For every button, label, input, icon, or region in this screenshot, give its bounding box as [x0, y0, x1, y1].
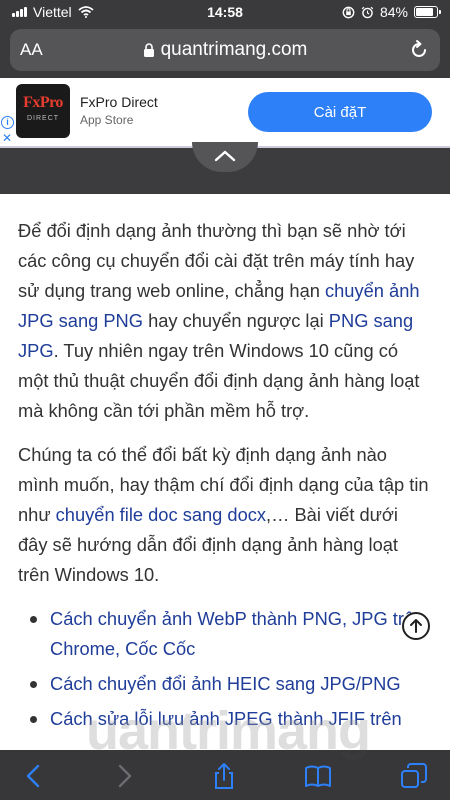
tabs-icon[interactable] [400, 762, 428, 790]
browser-header: AA quantrimang.com [0, 24, 450, 78]
battery-icon [414, 6, 441, 18]
ad-info-icon[interactable]: i [1, 116, 14, 129]
scroll-to-top-button[interactable] [402, 612, 430, 640]
battery-percent: 84% [379, 4, 408, 20]
ad-store: App Store [80, 113, 134, 127]
related-article-link[interactable]: Cách chuyển đổi ảnh HEIC sang JPG/PNG [50, 673, 401, 694]
alarm-icon [361, 6, 374, 18]
arrow-up-icon [410, 619, 422, 633]
chevron-up-icon [214, 150, 236, 162]
ad-close-icon[interactable]: ✕ [2, 132, 12, 144]
rotation-lock-icon [342, 6, 355, 18]
share-icon[interactable] [210, 762, 238, 790]
bookmarks-icon[interactable] [304, 762, 332, 790]
url-text: quantrimang.com [160, 39, 308, 60]
ad-banner[interactable]: FxPro DIRECT FxPro Direct App Store Cài … [0, 78, 450, 148]
status-right: 84% [342, 4, 441, 20]
article-link[interactable]: chuyển file doc sang docx [56, 504, 266, 525]
article-paragraph: Để đổi định dạng ảnh thường thì bạn sẽ n… [18, 216, 432, 426]
related-links-list: Cách chuyển ảnh WebP thành PNG, JPG trên… [18, 604, 432, 734]
url-display[interactable]: quantrimang.com [10, 39, 440, 61]
forward-icon[interactable] [110, 762, 138, 790]
article-text: hay chuyển ngược lại [142, 310, 329, 331]
list-item: Cách chuyển ảnh WebP thành PNG, JPG trên… [18, 604, 432, 664]
reload-icon[interactable] [408, 39, 430, 61]
lock-icon [143, 42, 154, 57]
related-article-link[interactable]: Cách sửa lỗi lưu ảnh JPEG thành JFIF trê… [50, 708, 402, 729]
list-item: Cách chuyển đổi ảnh HEIC sang JPG/PNG [18, 669, 432, 699]
ad-title: FxPro Direct [80, 94, 158, 110]
article-body: Để đổi định dạng ảnh thường thì bạn sẽ n… [0, 194, 450, 750]
install-button[interactable]: Cài đặT [248, 92, 432, 132]
article-text: . Tuy nhiên ngay trên Windows 10 cũng có… [18, 340, 420, 421]
article-paragraph: Chúng ta có thể đổi bất kỳ định dạng ảnh… [18, 440, 432, 590]
address-bar[interactable]: AA quantrimang.com [10, 29, 440, 71]
browser-toolbar [0, 750, 450, 800]
ad-app-logo[interactable]: FxPro DIRECT [16, 84, 70, 138]
status-bar: Viettel 14:58 84% [0, 0, 450, 24]
related-article-link[interactable]: Cách chuyển ảnh WebP thành PNG, JPG trên… [50, 608, 424, 659]
back-icon[interactable] [20, 762, 48, 790]
list-item: Cách sửa lỗi lưu ảnh JPEG thành JFIF trê… [18, 704, 432, 734]
